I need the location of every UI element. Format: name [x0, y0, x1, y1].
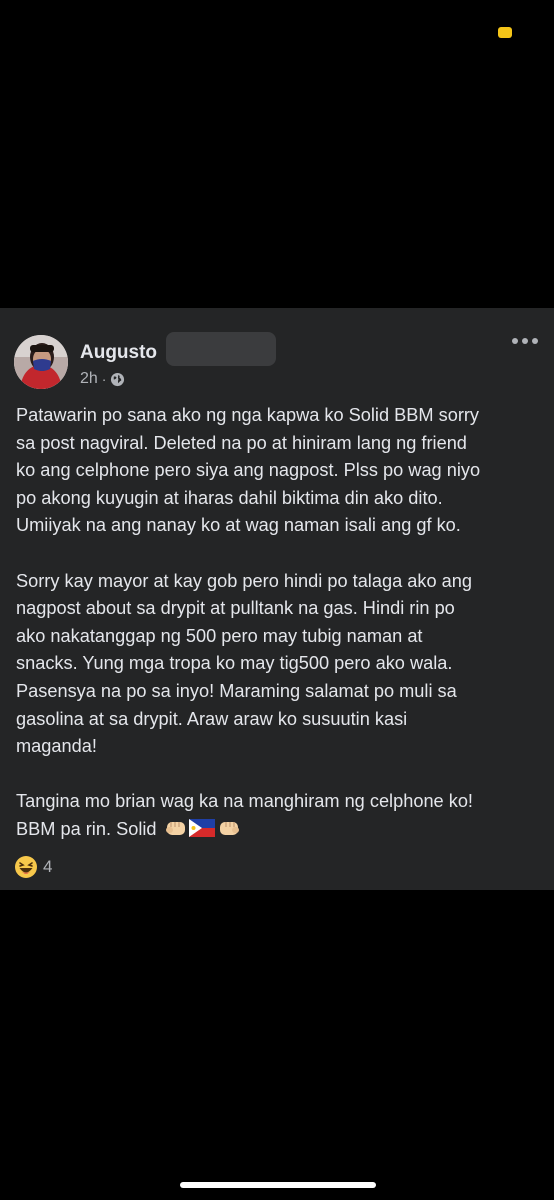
post-paragraph: Tangina mo brian wag ka na manghiram ng …: [16, 788, 544, 843]
more-dot: [512, 338, 518, 344]
post-time[interactable]: 2h: [80, 370, 98, 388]
post-line-with-emoji: BBM pa rin. Solid: [16, 816, 544, 844]
post-line: Umiiyak na ang nanay ko at wag naman isa…: [16, 515, 461, 536]
post-body: Patawarin po sana ako ng nga kapwa ko So…: [16, 402, 544, 844]
home-indicator[interactable]: [180, 1182, 376, 1188]
fist-emoji-icon: [165, 821, 185, 835]
post-line: Pasensya na po sa inyo! Maraming salamat…: [16, 680, 457, 701]
reactions-summary[interactable]: 4: [14, 855, 52, 879]
post-line: ako nakatanggap ng 500 pero may tubig na…: [16, 625, 423, 646]
post-line: nagpost about sa drypit at pulltank na g…: [16, 598, 455, 619]
post-line: ko ang celphone pero siya ang nagpost. P…: [16, 460, 481, 481]
more-dot: [522, 338, 528, 344]
post-line: sa post nagviral. Deleted na po at hinir…: [16, 432, 467, 453]
post-line: snacks. Yung mga tropa ko may tig500 per…: [16, 653, 453, 674]
reaction-count: 4: [43, 857, 53, 876]
post-paragraph: Sorry kay mayor at kay gob pero hindi po…: [16, 568, 544, 761]
author-name[interactable]: Augusto: [80, 342, 157, 364]
post-paragraph: Patawarin po sana ako ng nga kapwa ko So…: [16, 402, 544, 540]
avatar-image: [14, 335, 68, 389]
more-options-icon[interactable]: [512, 338, 538, 344]
globe-icon[interactable]: [110, 372, 125, 387]
haha-reaction-icon: [15, 856, 37, 878]
status-indicator: [498, 27, 512, 38]
post-line-text: BBM pa rin. Solid: [16, 818, 157, 839]
post-line: gasolina at sa drypit. Araw araw ko susu…: [16, 708, 408, 729]
philippine-flag-emoji-icon: [188, 818, 215, 837]
avatar[interactable]: [14, 335, 68, 389]
post-line: Sorry kay mayor at kay gob pero hindi po…: [16, 570, 472, 591]
post-line: po akong kuyugin at iharas dahil biktima…: [16, 487, 443, 508]
post-line: Patawarin po sana ako ng nga kapwa ko So…: [16, 405, 480, 425]
more-dot: [532, 338, 538, 344]
meta-separator: ·: [101, 371, 107, 387]
post-line: Tangina mo brian wag ka na manghiram ng …: [16, 791, 473, 812]
redacted-surname: [166, 332, 276, 366]
fist-emoji-icon: [219, 821, 239, 835]
post-line: maganda!: [16, 736, 97, 757]
screen: Augusto 2h · Patawarin po sana ako ng ng…: [0, 0, 554, 1200]
post-meta: 2h ·: [80, 370, 125, 388]
